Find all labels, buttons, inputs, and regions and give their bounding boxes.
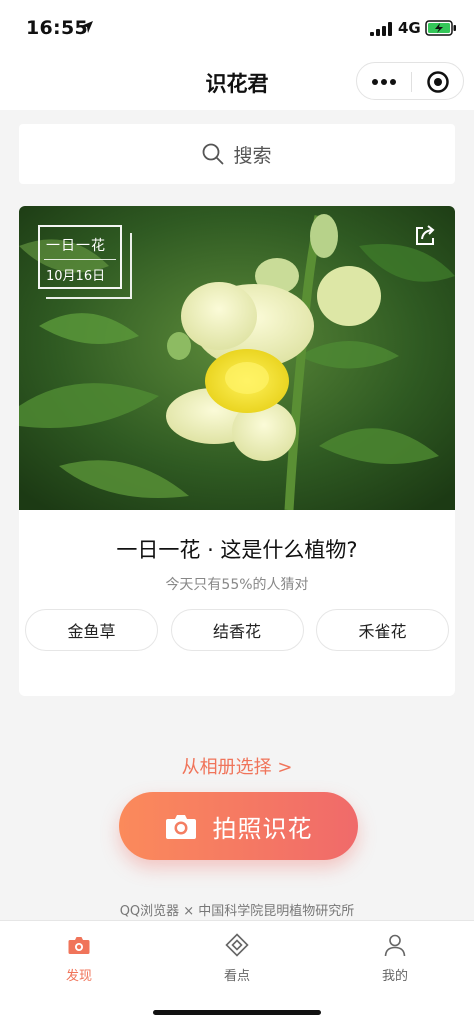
- daily-flower-card: 一日一花 10月16日 一日一花 · 这是什么植物? 今天只有55%的人猜对 金…: [19, 206, 455, 696]
- choose-from-album-link[interactable]: 从相册选择 >: [0, 753, 474, 779]
- date-badge: 一日一花 10月16日: [38, 225, 132, 299]
- battery-charging-icon: [425, 20, 456, 36]
- status-bar: 16:55 4G: [0, 0, 474, 58]
- capture-button[interactable]: 拍照识花: [119, 792, 358, 860]
- search-bar[interactable]: 搜索: [19, 124, 455, 184]
- location-arrow-icon: [81, 21, 93, 33]
- tab-label: 看点: [223, 969, 250, 984]
- quiz-question: 一日一花 · 这是什么植物?: [116, 538, 358, 562]
- badge-date: 10月16日: [46, 269, 106, 284]
- tab-mine[interactable]: 我的: [335, 929, 455, 989]
- home-indicator[interactable]: [153, 1010, 321, 1015]
- close-button[interactable]: [412, 63, 464, 101]
- answer-option[interactable]: 金鱼草: [25, 609, 158, 651]
- tab-label: 我的: [381, 969, 408, 984]
- credit-text: QQ浏览器 × 中国科学院昆明植物研究所: [119, 904, 355, 919]
- content-area: 搜索 一日一花 10月16日 一日一花 · 这是什么植物? 今天只有55%的人猜…: [0, 110, 474, 920]
- nav-bar: 识花君: [0, 58, 474, 110]
- quiz-hint: 今天只有55%的人猜对: [165, 577, 309, 593]
- diamond-icon: [225, 933, 249, 957]
- capture-label: 拍照识花: [212, 814, 313, 843]
- search-icon: [203, 143, 224, 165]
- status-time: 16:55: [26, 17, 88, 39]
- close-target-icon: [427, 71, 449, 93]
- badge-divider: [44, 259, 116, 260]
- signal-icon: [370, 22, 392, 36]
- camera-icon: [165, 815, 196, 839]
- answer-option[interactable]: 禾雀花: [316, 609, 449, 651]
- network-label: 4G: [398, 19, 421, 37]
- flower-photo[interactable]: 一日一花 10月16日: [19, 206, 455, 510]
- more-button[interactable]: [357, 63, 411, 101]
- search-label: 搜索: [233, 144, 272, 167]
- answer-option[interactable]: 结香花: [170, 609, 304, 651]
- tab-label: 发现: [65, 969, 92, 984]
- camera-icon: [68, 937, 90, 954]
- mini-program-capsule: [356, 62, 464, 100]
- tab-discover[interactable]: 发现: [19, 929, 139, 989]
- share-icon[interactable]: [413, 222, 439, 248]
- tab-watch[interactable]: 看点: [177, 929, 297, 989]
- user-icon: [384, 934, 406, 957]
- answer-options: 金鱼草 结香花 禾雀花: [25, 609, 449, 651]
- more-dots-icon: [372, 79, 396, 85]
- badge-title: 一日一花: [46, 238, 106, 254]
